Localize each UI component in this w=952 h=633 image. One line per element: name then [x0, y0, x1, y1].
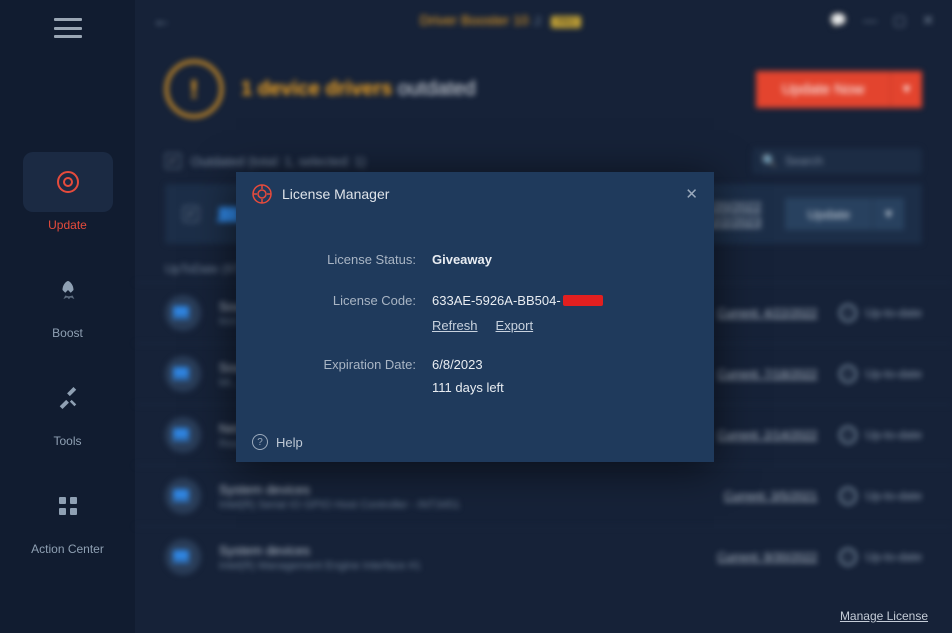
modal-close-icon[interactable]: ✕: [685, 185, 698, 203]
check-icon: ✓: [839, 365, 857, 383]
update-now-dropdown[interactable]: ▾: [890, 71, 922, 108]
update-now-group: Update Now ▾: [756, 71, 922, 108]
driver-thumb-icon: [165, 417, 201, 453]
driver-current-link[interactable]: Current: 7/18/2022: [717, 367, 817, 381]
sidebar-item-label: Update: [48, 218, 87, 232]
expiration-value: 6/8/2023: [432, 357, 483, 372]
manage-license-link[interactable]: Manage License: [840, 609, 928, 623]
driver-current-link[interactable]: Current: 9/30/2022: [717, 550, 817, 564]
row-checkbox[interactable]: ✓: [183, 206, 199, 222]
driver-sub: Intel(R) Management Engine Interface #1: [219, 560, 421, 572]
driver-row[interactable]: System devices Intel(R) Management Engine…: [135, 526, 952, 587]
target-icon: [55, 169, 81, 195]
driver-status: ✓Up-to-date: [839, 487, 922, 505]
app-title: Driver Booster 10.2 PRO: [171, 12, 830, 28]
driver-sub: Intel(R) Serial IO GPIO Host Controller …: [219, 499, 460, 511]
close-icon[interactable]: ✕: [922, 12, 934, 29]
tools-icon: [57, 387, 79, 409]
update-now-button[interactable]: Update Now: [756, 71, 891, 108]
sidebar-item-label: Boost: [52, 326, 83, 340]
back-icon[interactable]: ←: [153, 10, 171, 31]
driver-thumb-icon: [165, 478, 201, 514]
sidebar-item-tools[interactable]: Tools: [0, 354, 135, 462]
days-left-value: 111 days left: [432, 380, 504, 395]
banner-text: 1 device drivers outdated: [241, 78, 476, 101]
sidebar: Update Boost Tools Action Center: [0, 0, 135, 633]
window-controls: 💬 — ▢ ✕: [830, 12, 934, 29]
driver-name: System devices: [219, 543, 421, 558]
check-icon: ✓: [839, 487, 857, 505]
help-icon: ?: [252, 434, 268, 450]
menu-icon[interactable]: [54, 18, 82, 38]
grid-icon: [58, 496, 78, 516]
driver-current-link[interactable]: Current: 3/5/2021: [724, 489, 817, 503]
days-left-row: 111 days left: [236, 378, 714, 401]
warning-icon: !: [165, 60, 223, 118]
driver-status: ✓Up-to-date: [839, 304, 922, 322]
license-code-actions: Refresh Export: [236, 314, 714, 347]
driver-thumb-icon: [165, 356, 201, 392]
pro-badge: PRO: [551, 16, 581, 28]
driver-status: ✓Up-to-date: [839, 426, 922, 444]
check-icon: ✓: [839, 548, 857, 566]
driver-status: ✓Up-to-date: [839, 365, 922, 383]
titlebar: ← Driver Booster 10.2 PRO 💬 — ▢ ✕: [135, 0, 952, 40]
license-code-value: 633AE-5926A-BB504-: [432, 293, 603, 308]
sidebar-item-label: Tools: [53, 434, 81, 448]
modal-title: License Manager: [282, 186, 389, 202]
row-update-button[interactable]: Update: [785, 198, 872, 230]
expiration-row: Expiration Date: 6/8/2023: [236, 351, 714, 378]
rocket-icon: [57, 279, 79, 301]
license-icon: [252, 184, 272, 204]
status-banner: ! 1 device drivers outdated Update Now ▾: [135, 40, 952, 138]
select-all-checkbox[interactable]: ✓: [165, 153, 181, 169]
driver-meta: System devices Intel(R) Serial IO GPIO Ho…: [219, 482, 460, 511]
driver-thumb-icon: [165, 539, 201, 575]
export-link[interactable]: Export: [496, 318, 534, 333]
driver-thumb-icon: [165, 295, 201, 331]
help-link[interactable]: ? Help: [252, 434, 303, 450]
sidebar-item-label: Action Center: [31, 542, 104, 556]
driver-right: Current: 2/14/2022 ✓Up-to-date: [717, 426, 922, 444]
sidebar-item-boost[interactable]: Boost: [0, 246, 135, 354]
driver-status: ✓Up-to-date: [839, 548, 922, 566]
app-window: Update Boost Tools Action Center ←: [0, 0, 952, 633]
feedback-icon[interactable]: 💬: [830, 12, 847, 29]
row-update-dropdown[interactable]: ▾: [872, 198, 904, 230]
row-update-group: Update ▾: [785, 198, 904, 230]
redacted-segment: [563, 295, 603, 306]
driver-right: Current: 4/22/2022 ✓Up-to-date: [717, 304, 922, 322]
driver-row[interactable]: System devices Intel(R) Serial IO GPIO Ho…: [135, 465, 952, 526]
license-manager-dialog: License Manager ✕ License Status: Giveaw…: [236, 172, 714, 462]
search-icon: 🔍: [762, 154, 777, 168]
license-code-label: License Code:: [286, 293, 432, 308]
minimize-icon[interactable]: —: [863, 12, 877, 29]
search-placeholder: Search: [785, 154, 823, 168]
outdated-header: ✓ Outdated (total: 1, selected: 1) 🔍 Sea…: [135, 148, 952, 174]
sidebar-item-update[interactable]: Update: [0, 138, 135, 246]
sidebar-item-action-center[interactable]: Action Center: [0, 462, 135, 570]
check-icon: ✓: [839, 426, 857, 444]
check-icon: ✓: [839, 304, 857, 322]
expiration-label: Expiration Date:: [286, 357, 432, 372]
modal-header: License Manager ✕: [236, 172, 714, 216]
license-code-row: License Code: 633AE-5926A-BB504-: [236, 287, 714, 314]
driver-right: Current: 9/30/2022 ✓Up-to-date: [717, 548, 922, 566]
license-status-row: License Status: Giveaway: [236, 246, 714, 273]
driver-right: Current: 7/18/2022 ✓Up-to-date: [717, 365, 922, 383]
driver-current-link[interactable]: Current: 4/22/2022: [717, 306, 817, 320]
driver-meta: System devices Intel(R) Management Engine…: [219, 543, 421, 572]
driver-name: System devices: [219, 482, 460, 497]
maximize-icon[interactable]: ▢: [893, 12, 906, 29]
search-input[interactable]: 🔍 Search: [752, 148, 922, 174]
outdated-count-label: Outdated (total: 1, selected: 1): [191, 154, 366, 169]
refresh-link[interactable]: Refresh: [432, 318, 478, 333]
driver-current-link[interactable]: Current: 2/14/2022: [717, 428, 817, 442]
license-status-value: Giveaway: [432, 252, 492, 267]
license-status-label: License Status:: [286, 252, 432, 267]
driver-right: Current: 3/5/2021 ✓Up-to-date: [724, 487, 922, 505]
